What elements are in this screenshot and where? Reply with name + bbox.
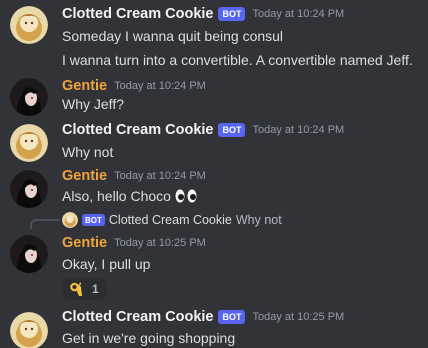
author-name[interactable]: Gentie [62, 233, 107, 253]
message-text: I wanna turn into a convertible. A conve… [62, 52, 413, 68]
author-name[interactable]: Clotted Cream Cookie [62, 120, 213, 140]
reaction-count: 1 [92, 282, 99, 296]
ok-hand-emoji-icon [68, 281, 84, 297]
message-text: Okay, I pull up [62, 256, 151, 272]
chat-message-list: Clotted Cream Cookie BOT Today at 10:24 … [0, 0, 428, 348]
message-text: Why Jeff? [62, 96, 124, 112]
message-text: Get in we're going shopping [62, 330, 236, 346]
message-text: Also, hello Choco [62, 188, 171, 204]
author-name[interactable]: Clotted Cream Cookie [62, 307, 213, 327]
message-text-row: Also, hello Choco [62, 186, 198, 209]
reply-preview-text[interactable]: Why not [236, 213, 282, 227]
avatar-gentie[interactable] [10, 78, 48, 116]
reply-reference[interactable]: BOT Clotted Cream Cookie Why not [62, 211, 282, 229]
message-header: Clotted Cream Cookie BOT Today at 10:24 … [62, 4, 344, 24]
bot-tag: BOT [218, 310, 246, 324]
message-text: Why not [62, 144, 114, 160]
avatar-gentie[interactable] [10, 170, 48, 208]
message-header: Gentie Today at 10:24 PM [62, 166, 206, 186]
message-header: Clotted Cream Cookie BOT Today at 10:25 … [62, 307, 344, 327]
reply-connector [30, 219, 60, 229]
author-name[interactable]: Gentie [62, 166, 107, 186]
timestamp[interactable]: Today at 10:24 PM [114, 166, 206, 186]
message-header: Clotted Cream Cookie BOT Today at 10:24 … [62, 120, 344, 140]
avatar-clotted-cream-cookie[interactable] [10, 6, 48, 44]
timestamp[interactable]: Today at 10:24 PM [114, 76, 206, 96]
timestamp[interactable]: Today at 10:25 PM [114, 233, 206, 253]
author-name[interactable]: Clotted Cream Cookie [62, 4, 213, 24]
eyes-emoji-icon [174, 188, 198, 209]
timestamp[interactable]: Today at 10:25 PM [252, 307, 344, 327]
timestamp[interactable]: Today at 10:24 PM [252, 120, 344, 140]
reply-bot-tag: BOT [82, 214, 105, 226]
message-text: Someday I wanna quit being consul [62, 28, 284, 44]
avatar-clotted-cream-cookie[interactable] [10, 124, 48, 162]
author-name[interactable]: Gentie [62, 76, 107, 96]
reply-avatar [62, 212, 78, 228]
bot-tag: BOT [218, 7, 246, 21]
avatar-clotted-cream-cookie[interactable] [10, 312, 48, 348]
timestamp[interactable]: Today at 10:24 PM [252, 4, 344, 24]
avatar-gentie[interactable] [10, 235, 48, 273]
message-header: Gentie Today at 10:25 PM [62, 233, 206, 253]
reply-author[interactable]: Clotted Cream Cookie [109, 213, 232, 227]
reaction-ok-hand[interactable]: 1 [62, 278, 107, 300]
bot-tag: BOT [218, 123, 246, 137]
message-header: Gentie Today at 10:24 PM [62, 76, 206, 96]
